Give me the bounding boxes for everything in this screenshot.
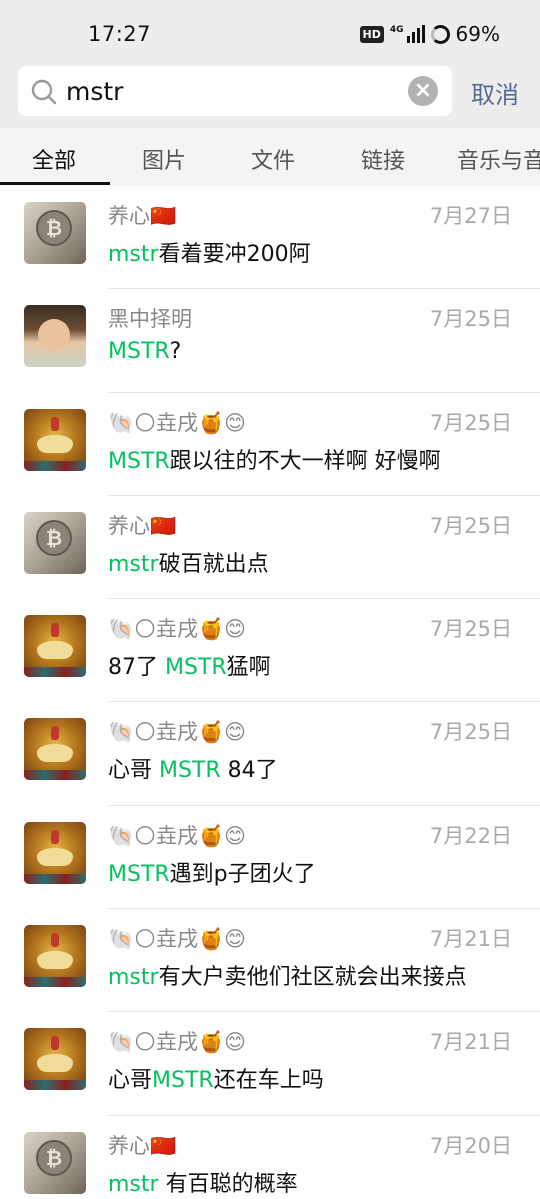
tab-music[interactable]: 音乐与音 — [457, 143, 540, 175]
result-row[interactable]: 🐚🌕垚戌🍯😊 7月22日 MSTR遇到p子团火了 — [0, 806, 540, 910]
keyword-highlight: mstr — [108, 965, 159, 991]
result-row[interactable]: 🐚🌕垚戌🍯😊 7月21日 mstr有大户卖他们社区就会出来接点 — [0, 909, 540, 1013]
tab-files[interactable]: 文件 — [251, 143, 295, 175]
message-date: 7月25日 — [429, 513, 512, 538]
keyword-highlight: MSTR — [152, 1068, 214, 1094]
message-date: 7月21日 — [429, 1030, 512, 1055]
message-snippet: MSTR跟以往的不大一样啊 好慢啊 — [108, 448, 441, 474]
keyword-highlight: MSTR — [165, 655, 227, 681]
message-date: 7月27日 — [429, 204, 512, 228]
sender-name: 养心🇨🇳 — [108, 204, 177, 228]
message-date: 7月20日 — [429, 1133, 512, 1158]
sender-name: 养心🇨🇳 — [108, 513, 177, 538]
sender-name: 养心🇨🇳 — [108, 1133, 177, 1158]
keyword-highlight: mstr — [108, 1171, 159, 1197]
message-date: 7月25日 — [429, 720, 512, 745]
tab-images[interactable]: 图片 — [142, 143, 186, 175]
active-tab-indicator — [0, 182, 110, 185]
keyword-highlight: MSTR — [108, 339, 170, 365]
keyword-highlight: mstr — [108, 242, 159, 267]
message-snippet: mstr 有百聪的概率 — [108, 1171, 298, 1197]
sender-name: 🐚🌕垚戌🍯😊 — [108, 410, 247, 435]
cancel-button[interactable]: 取消 — [471, 75, 519, 110]
message-date: 7月22日 — [429, 823, 512, 848]
sender-name: 🐚🌕垚戌🍯😊 — [108, 617, 247, 642]
result-row[interactable]: 🐚🌕垚戌🍯😊 7月25日 心哥 MSTR 84了 — [0, 702, 540, 806]
clear-icon[interactable]: × — [408, 76, 438, 106]
result-row[interactable]: 黑中择明 7月25日 MSTR? — [0, 289, 540, 393]
hd-icon: HD — [359, 25, 384, 43]
message-snippet: MSTR? — [108, 339, 182, 365]
battery-percent: 69% — [455, 22, 500, 46]
result-row[interactable]: ₿ 养心🇨🇳 7月25日 mstr破百就出点 — [0, 496, 540, 600]
result-row[interactable]: ₿ 养心🇨🇳 7月20日 mstr 有百聪的概率 — [0, 1116, 540, 1199]
avatar[interactable] — [24, 408, 86, 471]
keyword-highlight: MSTR — [108, 448, 170, 474]
message-snippet: 87了 MSTR猛啊 — [108, 655, 271, 681]
message-date: 7月25日 — [429, 410, 512, 435]
signal-icon: 4G — [390, 25, 425, 43]
message-snippet: MSTR遇到p子团火了 — [108, 861, 316, 887]
message-date: 7月25日 — [429, 617, 512, 642]
message-snippet: 心哥MSTR还在车上吗 — [108, 1068, 324, 1094]
avatar[interactable] — [24, 718, 86, 781]
search-icon — [31, 79, 57, 105]
results-list: ₿ 养心🇨🇳 7月27日 mstr看着要冲200阿 黑中择明 7月25日 MST… — [0, 186, 540, 1199]
result-row[interactable]: 🐚🌕垚戌🍯😊 7月25日 MSTR跟以往的不大一样啊 好慢啊 — [0, 393, 540, 496]
result-row[interactable]: 🐚🌕垚戌🍯😊 7月21日 心哥MSTR还在车上吗 — [0, 1012, 540, 1116]
filter-tabs: 全部 图片 文件 链接 音乐与音 — [0, 128, 540, 186]
avatar[interactable] — [24, 925, 86, 988]
sender-name: 黑中择明 — [108, 307, 192, 332]
avatar[interactable] — [24, 1028, 86, 1091]
search-query[interactable]: mstr — [66, 77, 123, 106]
sender-name: 🐚🌕垚戌🍯😊 — [108, 823, 247, 848]
sender-name: 🐚🌕垚戌🍯😊 — [108, 1030, 247, 1055]
message-snippet: mstr看着要冲200阿 — [108, 242, 311, 267]
avatar[interactable] — [24, 615, 86, 678]
sender-name: 🐚🌕垚戌🍯😊 — [108, 927, 247, 952]
result-row[interactable]: 🐚🌕垚戌🍯😊 7月25日 87了 MSTR猛啊 — [0, 599, 540, 703]
sender-name: 🐚🌕垚戌🍯😊 — [108, 720, 247, 745]
avatar[interactable] — [24, 305, 86, 368]
message-snippet: mstr破百就出点 — [108, 551, 269, 577]
keyword-highlight: mstr — [108, 551, 159, 577]
search-bar: mstr × 取消 — [0, 62, 540, 128]
message-date: 7月21日 — [429, 927, 512, 952]
result-row[interactable]: ₿ 养心🇨🇳 7月27日 mstr看着要冲200阿 — [0, 186, 540, 290]
tab-links[interactable]: 链接 — [361, 143, 405, 175]
avatar[interactable] — [24, 821, 86, 884]
status-icons: HD 4G 69% — [359, 22, 500, 46]
keyword-highlight: MSTR — [108, 861, 170, 887]
keyword-highlight: MSTR — [159, 758, 221, 784]
message-snippet: 心哥 MSTR 84了 — [108, 758, 278, 784]
tab-all[interactable]: 全部 — [32, 143, 76, 175]
avatar[interactable]: ₿ — [24, 511, 86, 574]
message-date: 7月25日 — [429, 307, 512, 332]
search-input[interactable]: mstr × — [18, 66, 452, 116]
avatar[interactable]: ₿ — [24, 1131, 86, 1194]
avatar[interactable]: ₿ — [24, 202, 86, 264]
status-bar: 17:27 HD 4G 69% — [0, 0, 540, 62]
status-time: 17:27 — [88, 22, 152, 46]
message-snippet: mstr有大户卖他们社区就会出来接点 — [108, 965, 467, 991]
battery-icon — [430, 24, 450, 44]
